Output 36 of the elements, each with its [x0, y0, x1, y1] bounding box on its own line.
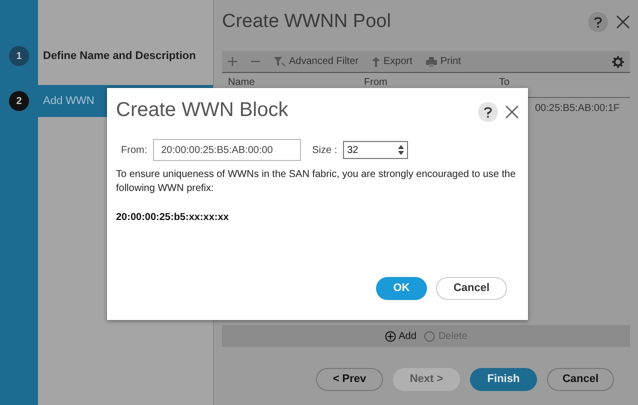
column-header: To — [499, 76, 511, 90]
field-label: Size : — [312, 144, 338, 158]
toolbar-label: Export — [383, 55, 412, 69]
settings-icon[interactable] — [612, 56, 624, 68]
step-label: Define Name and Description — [43, 48, 196, 64]
step-label: Add WWN — [43, 94, 94, 109]
toolbar-label: Advanced Filter — [289, 55, 358, 69]
from-field[interactable]: 20:00:00:25:B5:AB:00:00 — [153, 139, 302, 161]
nav-button[interactable]: Finish — [470, 368, 537, 391]
toolbar-button[interactable]: Advanced Filter — [274, 54, 358, 69]
step-number: 2 — [9, 91, 29, 111]
page-title: Create WWNN Pool — [222, 10, 391, 34]
dialog-button[interactable]: OK — [376, 277, 427, 300]
wwn-prefix: 20:00:00:25:b5:xx:xx:xx — [116, 211, 230, 225]
table-cell: 00:25:B5:AB:00:1F — [535, 103, 620, 114]
dialog-button[interactable]: Cancel — [436, 277, 507, 300]
column-header: Name — [228, 76, 256, 90]
toolbar-button[interactable]: Print — [426, 54, 461, 69]
toolbar-button[interactable]: Export — [372, 54, 412, 69]
nav-button[interactable]: < Prev — [316, 368, 383, 391]
toolbar-label: Print — [440, 55, 461, 69]
upload-arrow-icon — [372, 56, 380, 66]
nav-button[interactable]: Cancel — [547, 368, 614, 391]
printer-icon — [426, 56, 438, 66]
close-icon[interactable] — [505, 105, 519, 119]
close-icon[interactable] — [616, 15, 630, 29]
help-icon[interactable] — [588, 12, 608, 32]
prefix-message: To ensure uniqueness of WWNs in the SAN fabric, you are strongly encouraged to use the following WWN prefix: — [116, 168, 517, 196]
size-spinner[interactable]: 32 — [343, 141, 408, 159]
column-header: From — [364, 76, 388, 90]
filter-icon — [274, 56, 286, 66]
table-action-button[interactable]: Add — [384, 328, 416, 344]
help-icon[interactable] — [478, 102, 498, 122]
wizard-step[interactable]: 1 Define Name and Description — [0, 40, 213, 72]
field-label: From: — [121, 144, 148, 158]
spinner-arrows-icon — [398, 145, 404, 155]
